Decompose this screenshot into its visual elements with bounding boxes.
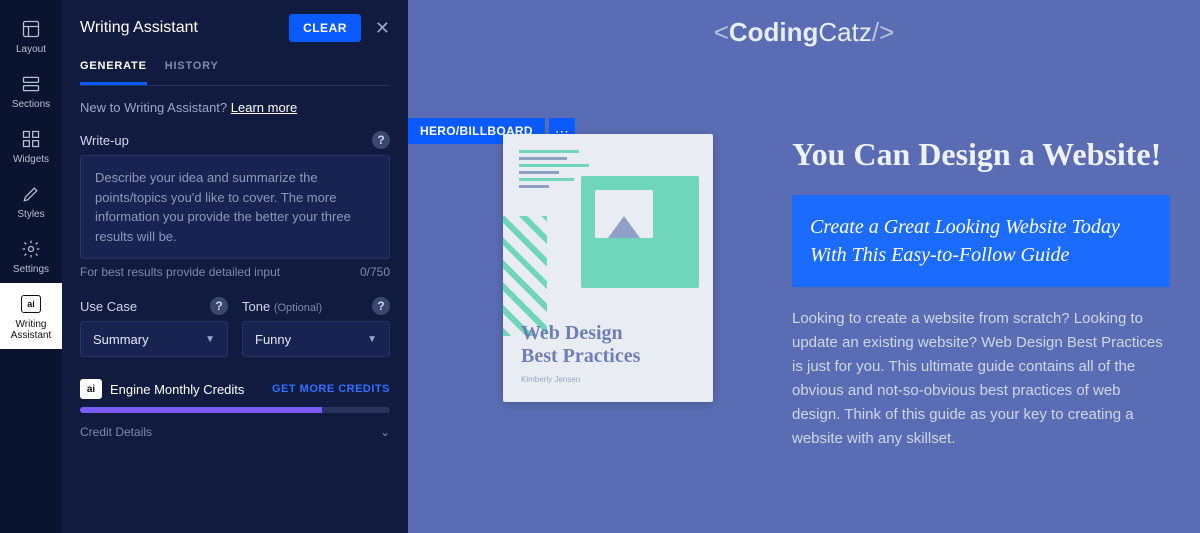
usecase-select[interactable]: Summary ▼ (80, 321, 228, 357)
tone-select[interactable]: Funny ▼ (242, 321, 390, 357)
clear-button[interactable]: CLEAR (289, 14, 361, 42)
learn-more-line: New to Writing Assistant? Learn more (80, 100, 390, 115)
tab-generate[interactable]: GENERATE (80, 60, 147, 85)
hero-subhead[interactable]: Create a Great Looking Website Today Wit… (792, 195, 1170, 287)
book-title: Web Design Best Practices (521, 322, 640, 368)
hero-headline[interactable]: You Can Design a Website! (792, 136, 1170, 173)
rail-item-widgets[interactable]: Widgets (0, 118, 62, 173)
preview-canvas: < CodingCatz /> HERO/BILLBOARD ⋯ Web Des… (408, 0, 1200, 533)
layout-icon (20, 18, 42, 40)
close-icon[interactable]: ✕ (375, 18, 390, 39)
left-icon-rail: Layout Sections Widgets Styles Settings … (0, 0, 62, 533)
chevron-down-icon: ▼ (367, 334, 377, 345)
usecase-label: Use Case (80, 299, 137, 314)
writeup-counter: 0/750 (360, 265, 390, 279)
tone-label: Tone (242, 299, 270, 314)
learn-more-link[interactable]: Learn more (231, 100, 297, 115)
chevron-down-icon: ▼ (205, 334, 215, 345)
writeup-label: Write-up (80, 133, 129, 148)
widgets-icon (20, 128, 42, 150)
tab-history[interactable]: HISTORY (165, 60, 219, 85)
writeup-input[interactable]: Describe your idea and summarize the poi… (80, 155, 390, 259)
rail-item-styles[interactable]: Styles (0, 173, 62, 228)
help-icon[interactable]: ? (210, 297, 228, 315)
help-icon[interactable]: ? (372, 131, 390, 149)
hero-image[interactable]: Web Design Best Practices Kimberly Jense… (503, 134, 713, 402)
credits-label: Engine Monthly Credits (110, 382, 264, 397)
credit-details-toggle[interactable]: Credit Details ⌄ (80, 425, 390, 439)
rail-item-writing-assistant[interactable]: ai Writing Assistant (0, 283, 62, 349)
hero-section[interactable]: Web Design Best Practices Kimberly Jense… (408, 64, 1200, 533)
credits-progress (80, 407, 390, 413)
sections-icon (20, 73, 42, 95)
rail-item-layout[interactable]: Layout (0, 8, 62, 63)
gear-icon (20, 238, 42, 260)
brush-icon (20, 183, 42, 205)
rail-item-settings[interactable]: Settings (0, 228, 62, 283)
site-brand[interactable]: < CodingCatz /> (408, 0, 1200, 64)
hero-paragraph[interactable]: Looking to create a website from scratch… (792, 307, 1170, 451)
writeup-hint: For best results provide detailed input (80, 265, 280, 279)
ai-icon: ai (20, 293, 42, 315)
panel-title: Writing Assistant (80, 19, 198, 37)
chevron-down-icon: ⌄ (380, 425, 390, 439)
rail-item-sections[interactable]: Sections (0, 63, 62, 118)
writing-assistant-panel: Writing Assistant CLEAR ✕ GENERATE HISTO… (62, 0, 408, 533)
panel-tabs: GENERATE HISTORY (80, 60, 390, 86)
book-author: Kimberly Jensen (521, 375, 580, 384)
ai-badge-icon: ai (80, 379, 102, 399)
help-icon[interactable]: ? (372, 297, 390, 315)
get-more-credits-link[interactable]: GET MORE CREDITS (272, 383, 390, 395)
